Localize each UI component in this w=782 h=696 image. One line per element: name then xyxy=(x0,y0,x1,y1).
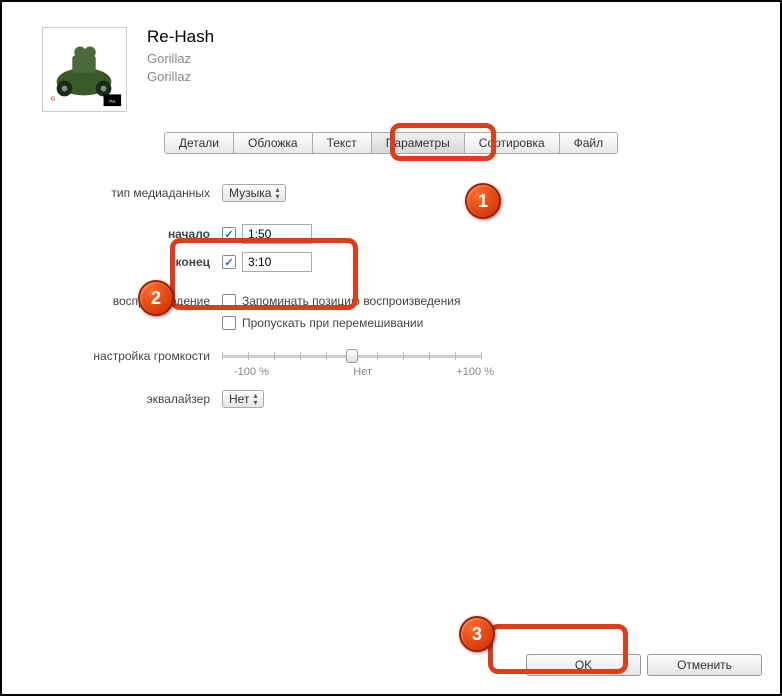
skip-shuffle-checkbox[interactable] xyxy=(222,316,236,330)
svg-text:PA: PA xyxy=(109,99,116,105)
volume-label: настройка громкости xyxy=(52,349,222,363)
media-type-label: тип медиаданных xyxy=(52,186,222,200)
end-checkbox[interactable] xyxy=(222,255,236,269)
start-input[interactable] xyxy=(242,224,312,244)
equalizer-label: эквалайзер xyxy=(52,392,222,406)
equalizer-select[interactable]: Нет ▴▾ xyxy=(222,390,264,408)
media-type-select[interactable]: Музыка ▴▾ xyxy=(222,184,286,202)
header: PA G Re-Hash Gorillaz Gorillaz xyxy=(2,2,780,122)
tab-file[interactable]: Файл xyxy=(560,133,618,153)
volume-max: +100 % xyxy=(456,366,494,378)
remember-position-checkbox[interactable] xyxy=(222,294,236,308)
tab-options[interactable]: Параметры xyxy=(372,133,465,153)
cancel-button[interactable]: Отменить xyxy=(647,654,762,676)
volume-slider[interactable] xyxy=(222,348,482,364)
properties-window: PA G Re-Hash Gorillaz Gorillaz Детали Об… xyxy=(0,0,782,696)
start-label: начало xyxy=(52,227,222,241)
end-input[interactable] xyxy=(242,252,312,272)
annotation-badge-1: 1 xyxy=(465,183,501,219)
annotation-badge-3: 3 xyxy=(459,616,495,652)
tabs: Детали Обложка Текст Параметры Сортировк… xyxy=(164,132,618,154)
updown-icon: ▴▾ xyxy=(253,392,257,406)
tab-sorting[interactable]: Сортировка xyxy=(465,133,560,153)
dialog-buttons: OK Отменить xyxy=(526,654,762,676)
tabs-container: Детали Обложка Текст Параметры Сортировк… xyxy=(2,132,780,154)
svg-text:G: G xyxy=(51,96,56,102)
equalizer-value: Нет xyxy=(229,392,249,406)
updown-icon: ▴▾ xyxy=(275,186,279,200)
track-info: Re-Hash Gorillaz Gorillaz xyxy=(147,27,214,86)
volume-min: -100 % xyxy=(234,366,269,378)
skip-shuffle-label: Пропускать при перемешивании xyxy=(242,316,423,330)
volume-scale: -100 % Нет +100 % xyxy=(234,366,494,378)
media-type-value: Музыка xyxy=(229,186,271,200)
ok-button[interactable]: OK xyxy=(526,654,641,676)
track-artist: Gorillaz xyxy=(147,50,214,68)
options-form: тип медиаданных Музыка ▴▾ начало конец в… xyxy=(2,154,780,436)
slider-thumb[interactable] xyxy=(346,349,358,363)
tab-artwork[interactable]: Обложка xyxy=(234,133,313,153)
remember-position-label: Запоминать позицию воспроизведения xyxy=(242,294,460,308)
annotation-badge-2: 2 xyxy=(138,280,174,316)
start-checkbox[interactable] xyxy=(222,227,236,241)
track-title: Re-Hash xyxy=(147,27,214,47)
end-label: конец xyxy=(52,255,222,269)
volume-mid: Нет xyxy=(353,366,372,378)
album-artwork: PA G xyxy=(42,27,127,112)
track-album: Gorillaz xyxy=(147,68,214,86)
playback-label: воспроизведение xyxy=(52,294,222,308)
tab-details[interactable]: Детали xyxy=(165,133,234,153)
tab-lyrics[interactable]: Текст xyxy=(313,133,372,153)
